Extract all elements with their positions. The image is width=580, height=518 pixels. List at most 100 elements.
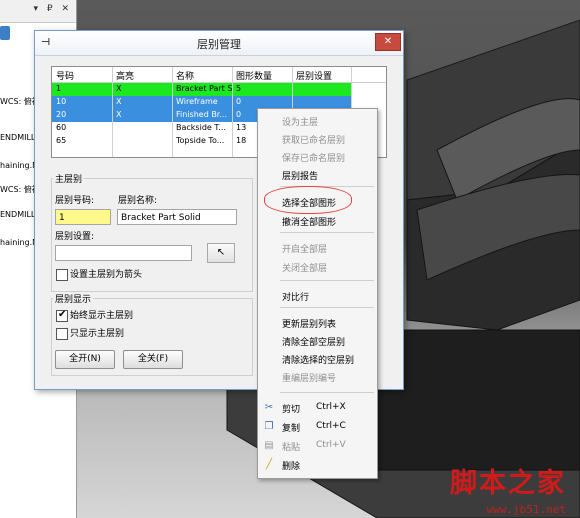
table-cell-highlight: X bbox=[116, 97, 122, 106]
menu-item-label: 保存已命名层别 bbox=[282, 154, 346, 164]
always-show-checkbox[interactable]: ✔ bbox=[56, 309, 68, 322]
menu-separator bbox=[280, 307, 374, 308]
arrow-checkbox-label: 设置主层别为箭头 bbox=[70, 270, 143, 280]
table-cell-name: Backside T... bbox=[176, 123, 226, 132]
menu-item: 保存已命名层别 bbox=[258, 149, 377, 165]
table-row[interactable]: 1 X Bracket Part S 5 bbox=[52, 83, 351, 96]
menu-item-label: 清除选择的空层别 bbox=[282, 356, 355, 366]
layer-name-input[interactable]: Bracket Part Solid bbox=[117, 209, 237, 225]
menu-item-label: 层别报告 bbox=[282, 172, 319, 182]
table-cell-num: 65 bbox=[56, 136, 67, 145]
menu-item-label: 开启全部层 bbox=[282, 245, 328, 255]
watermark-logo: 脚本之家 bbox=[450, 468, 566, 499]
menu-item-label: 对比行 bbox=[282, 293, 310, 303]
menu-item[interactable]: 层别报告 bbox=[258, 167, 377, 183]
header-number[interactable]: 号码 bbox=[56, 69, 74, 82]
layer-name-label: 层别名称: bbox=[118, 196, 158, 206]
menu-item: 重编层别编号 bbox=[258, 369, 377, 385]
column-divider bbox=[172, 67, 173, 157]
menu-item-label: 获取已命名层别 bbox=[282, 136, 346, 146]
menu-item: 关闭全部层 bbox=[258, 259, 377, 275]
menu-item-shortcut: Ctrl+C bbox=[316, 421, 346, 431]
table-cell-highlight: X bbox=[116, 84, 122, 93]
dialog-title: 层别管理 bbox=[197, 38, 241, 51]
all-on-button[interactable]: 全开(N) bbox=[55, 350, 115, 369]
menu-item[interactable]: 清除选择的空层别 bbox=[258, 351, 377, 367]
header-highlight[interactable]: 高亮 bbox=[116, 69, 134, 82]
layer-number-input[interactable]: 1 bbox=[55, 209, 111, 225]
panel-line: haining.N bbox=[0, 238, 39, 247]
panel-line: ENDMILL bbox=[0, 133, 36, 142]
table-cell-num: 10 bbox=[56, 97, 67, 106]
layer-setting-input[interactable] bbox=[55, 245, 192, 261]
cursor-icon: ↖ bbox=[216, 247, 226, 258]
menu-item: ▤ 粘贴 Ctrl+V bbox=[258, 438, 377, 454]
arrow-checkbox[interactable] bbox=[56, 269, 68, 281]
menu-item[interactable]: ❐ 复制 Ctrl+C bbox=[258, 419, 377, 435]
menu-item-shortcut: Ctrl+X bbox=[316, 402, 346, 412]
menu-item[interactable]: 清除全部空层别 bbox=[258, 333, 377, 349]
menu-item-label: 粘贴 bbox=[282, 443, 301, 453]
menu-item[interactable]: ✂ 剪切 Ctrl+X bbox=[258, 400, 377, 416]
table-cell-name: Wireframe bbox=[176, 97, 218, 106]
only-show-label: 只显示主层别 bbox=[70, 329, 125, 339]
only-show-checkbox[interactable] bbox=[56, 328, 68, 340]
main-layer-title: 主层别 bbox=[53, 172, 85, 185]
menu-item[interactable]: 更新层别列表 bbox=[258, 315, 377, 331]
menu-item-label: 关闭全部层 bbox=[282, 264, 328, 274]
menu-item[interactable]: 撤消全部图形 bbox=[258, 213, 377, 229]
panel-line: haining.N bbox=[0, 161, 39, 170]
menu-item-label: 剪切 bbox=[282, 405, 301, 415]
menu-item: 开启全部层 bbox=[258, 240, 377, 256]
always-show-label: 始终显示主层别 bbox=[70, 311, 134, 321]
all-off-button[interactable]: 全关(F) bbox=[123, 350, 183, 369]
menu-item-label: 重编层别编号 bbox=[282, 374, 337, 384]
menu-item-label: 删除 bbox=[282, 462, 301, 472]
copy-icon: ❐ bbox=[264, 421, 274, 432]
close-button[interactable]: ✕ bbox=[375, 33, 401, 51]
table-cell-count: 0 bbox=[236, 97, 242, 106]
table-cell-num: 1 bbox=[56, 84, 62, 93]
menu-separator bbox=[280, 232, 374, 233]
menu-item-label: 设为主层 bbox=[282, 118, 319, 128]
table-cell-name: Bracket Part S bbox=[176, 84, 232, 93]
menu-separator bbox=[280, 280, 374, 281]
layer-display-title: 层别显示 bbox=[53, 292, 94, 305]
scissors-icon: ✂ bbox=[264, 402, 274, 413]
column-divider bbox=[232, 67, 233, 157]
header-setting[interactable]: 层别设置 bbox=[296, 69, 332, 82]
header-count[interactable]: 图形数量 bbox=[236, 69, 272, 82]
menu-item-label: 复制 bbox=[282, 424, 301, 434]
select-cursor-button[interactable]: ↖ bbox=[207, 243, 235, 263]
menu-item-label: 撤消全部图形 bbox=[282, 218, 337, 228]
menu-item: 设为主层 bbox=[258, 113, 377, 129]
table-cell-count: 5 bbox=[236, 84, 242, 93]
delete-icon: ╱ bbox=[265, 459, 273, 470]
table-header: 号码 高亮 名称 图形数量 层别设置 bbox=[52, 67, 386, 83]
layer-setting-label: 层别设置: bbox=[55, 232, 95, 242]
table-cell-name: Finished Br... bbox=[176, 110, 227, 119]
menu-item-label: 清除全部空层别 bbox=[282, 338, 346, 348]
menu-item-shortcut: Ctrl+V bbox=[316, 440, 346, 450]
menu-separator bbox=[280, 392, 374, 393]
table-cell-num: 20 bbox=[56, 110, 67, 119]
panel-window-buttons[interactable]: ▾ ₽ ✕ bbox=[33, 4, 72, 14]
table-cell-name: Topside To... bbox=[176, 136, 225, 145]
table-cell-num: 60 bbox=[56, 123, 67, 132]
context-menu: 设为主层 获取已命名层别 保存已命名层别 层别报告 选择全部图形 撤消全部图形 开启全部层关… bbox=[257, 108, 378, 479]
column-divider bbox=[112, 67, 113, 157]
panel-line: ENDMILL bbox=[0, 210, 36, 219]
menu-item: 获取已命名层别 bbox=[258, 131, 377, 147]
help-icon[interactable] bbox=[0, 26, 10, 40]
header-name[interactable]: 名称 bbox=[176, 69, 194, 82]
highlight-ring bbox=[264, 186, 352, 214]
menu-item[interactable]: 对比行 bbox=[258, 288, 377, 304]
panel-titlebar: ▾ ₽ ✕ bbox=[0, 0, 76, 23]
watermark-url: www.jb51.net bbox=[486, 503, 566, 516]
menu-item-label: 更新层别列表 bbox=[282, 320, 337, 330]
dialog-titlebar[interactable]: ⊣ 层别管理 ✕ bbox=[35, 31, 403, 56]
paste-icon: ▤ bbox=[264, 440, 274, 451]
table-cell-highlight: X bbox=[116, 110, 122, 119]
menu-item[interactable]: ╱ 删除 bbox=[258, 457, 377, 473]
layer-number-label: 层别号码: bbox=[55, 196, 95, 206]
